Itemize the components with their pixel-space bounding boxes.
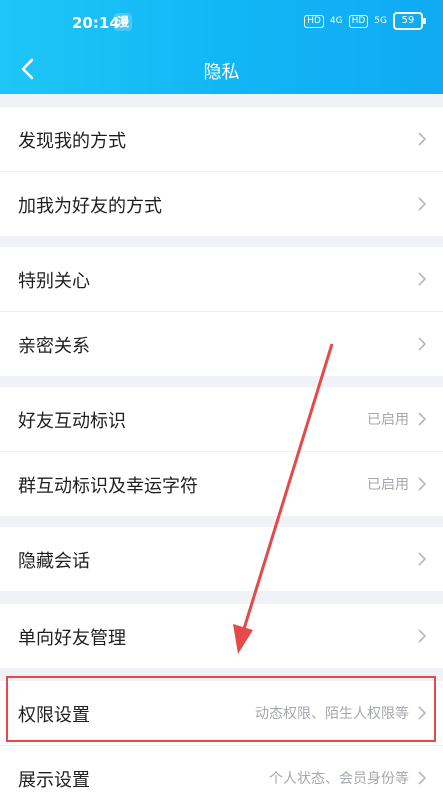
signal-icon: 5G: [374, 16, 387, 26]
settings-group: 发现我的方式 加我为好友的方式: [0, 107, 443, 236]
row-label: 群互动标识及幸运字符: [18, 476, 198, 497]
battery-icon: 59: [393, 12, 426, 30]
row-label: 特别关心: [18, 271, 90, 292]
nav-bar: 隐私: [0, 44, 443, 94]
chevron-right-icon: [418, 629, 427, 643]
settings-row[interactable]: 好友互动标识 已启用: [0, 387, 443, 452]
chevron-right-icon: [418, 272, 427, 286]
row-label: 加我为好友的方式: [18, 196, 162, 217]
settings-group: 好友互动标识 已启用 群互动标识及幸运字符 已启用: [0, 387, 443, 516]
row-label: 好友互动标识: [18, 411, 126, 432]
clock: 20:14: [72, 14, 120, 32]
chevron-right-icon: [418, 197, 427, 211]
settings-group: 单向好友管理: [0, 604, 443, 668]
chevron-right-icon: [418, 771, 427, 785]
settings-row[interactable]: 展示设置 个人状态、会员身份等: [0, 746, 443, 810]
hd-badge: HD: [348, 14, 369, 28]
signal-icon: 4G: [329, 16, 343, 26]
row-label: 亲密关系: [18, 336, 90, 357]
chevron-right-icon: [418, 412, 427, 426]
page-title: 隐私: [203, 62, 240, 83]
hd-badge: HD: [304, 14, 324, 28]
row-label: 隐藏会话: [18, 551, 90, 572]
chevron-right-icon: [418, 132, 427, 146]
row-value: 已启用: [367, 477, 409, 493]
settings-row[interactable]: 特别关心: [0, 247, 443, 312]
settings-group: 特别关心 亲密关系: [0, 247, 443, 376]
chevron-right-icon: [418, 337, 427, 351]
settings-group: 隐藏会话: [0, 527, 443, 591]
highlight-box: [6, 676, 436, 742]
settings-row[interactable]: 亲密关系: [0, 312, 443, 376]
row-label: 发现我的方式: [18, 131, 126, 152]
status-icons: HD 4G HD 5G 59: [304, 12, 426, 30]
chevron-right-icon: [418, 477, 427, 491]
settings-row[interactable]: 隐藏会话: [0, 527, 443, 591]
settings-row[interactable]: 群互动标识及幸运字符 已启用: [0, 452, 443, 516]
settings-row[interactable]: 单向好友管理: [0, 604, 443, 668]
app-notification-icon: 漫: [114, 13, 132, 31]
status-bar: 20:14 漫 HD 4G HD 5G 59: [0, 0, 443, 44]
settings-row[interactable]: 发现我的方式: [0, 107, 443, 172]
row-label: 单向好友管理: [18, 628, 126, 649]
row-label: 展示设置: [18, 770, 90, 791]
row-value: 个人状态、会员身份等: [269, 771, 409, 787]
row-value: 已启用: [367, 412, 409, 428]
chevron-right-icon: [418, 552, 427, 566]
settings-row[interactable]: 加我为好友的方式: [0, 172, 443, 236]
